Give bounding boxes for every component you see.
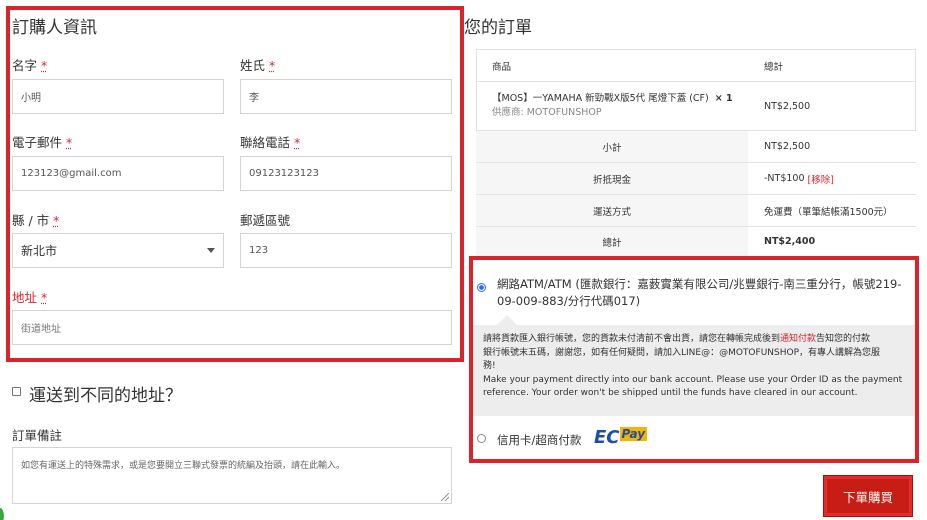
last-name-input[interactable]: 李 <box>240 79 452 114</box>
payment-atm-label[interactable]: 網路ATM/ATM (匯款銀行：嘉薮實業有限公司/兆豐銀行-南三重分行，帳號21… <box>497 276 915 310</box>
payment-atm-radio[interactable] <box>477 283 486 292</box>
table-row: 小計 NT$2,500 <box>476 131 916 162</box>
total-value: NT$2,400 <box>748 227 916 256</box>
order-title: 您的訂單 <box>464 18 532 38</box>
last-name-label: 姓氏 * <box>240 58 276 73</box>
subtotal-label: 小計 <box>602 142 622 154</box>
email-label: 電子郵件 * <box>12 135 73 150</box>
order-notes-placeholder: 如您有運送上的特殊需求，或是您要開立三聯式發票的統編及抬頭，請在此輸入。 <box>21 461 346 471</box>
address-label: 地址 * <box>12 290 48 305</box>
payment-card-radio[interactable] <box>477 434 486 443</box>
city-label: 縣 / 市 * <box>12 213 60 228</box>
shipping-value: 免運費（單筆結帳滿1500元） <box>748 195 916 226</box>
first-name-value: 小明 <box>21 93 41 104</box>
email-value: 123123@gmail.com <box>21 168 122 179</box>
table-row: 總計 NT$2,400 <box>476 227 916 256</box>
chevron-down-icon <box>207 248 215 253</box>
required-mark: * <box>269 58 276 73</box>
order-notes-label: 訂單備註 <box>12 428 63 443</box>
discount-value: -NT$100 <box>764 173 805 184</box>
ecpay-logo-ec: EC <box>594 427 620 448</box>
atm-label-line2: 09-009-883/分行代碼017) <box>497 294 641 308</box>
product-name: 【MOS】一YAMAHA 新勁戰X版5代 尾燈下蓋 (CF) <box>492 93 709 104</box>
first-name-label: 名字 * <box>12 58 48 73</box>
atm-label-line1: 網路ATM/ATM (匯款銀行：嘉薮實業有限公司/兆豐銀行-南三重分行，帳號21… <box>497 277 902 291</box>
postcode-label: 郵遞區號 <box>240 213 291 228</box>
postcode-input[interactable]: 123 <box>240 233 452 268</box>
first-name-input[interactable]: 小明 <box>12 79 224 114</box>
phone-input[interactable]: 09123123123 <box>240 156 452 191</box>
order-notes-textarea[interactable]: 如您有運送上的特殊需求，或是您要開立三聯式發票的統編及抬頭，請在此輸入。 <box>12 447 452 504</box>
last-name-value: 李 <box>249 93 259 104</box>
ecpay-logo-pay: Pay <box>619 427 648 441</box>
notify-payment-link[interactable]: 通知付款 <box>780 334 816 344</box>
desc-zh-line3: 務! <box>483 361 496 371</box>
total-label: 總計 <box>602 237 622 249</box>
table-row: 運送方式 免運費（單筆結帳滿1500元） <box>476 195 916 226</box>
city-value: 新北市 <box>21 244 58 258</box>
remove-coupon-link[interactable]: [移除] <box>808 172 834 186</box>
payment-card-label[interactable]: 信用卡/超商付款 <box>497 432 581 448</box>
table-row: 【MOS】一YAMAHA 新勁戰X版5代 尾燈下蓋 (CF) × 1 供應商: … <box>476 82 916 130</box>
phone-label: 聯絡電話 * <box>240 135 301 150</box>
product-name-line: 【MOS】一YAMAHA 新勁戰X版5代 尾燈下蓋 (CF) × 1 <box>492 92 748 106</box>
email-input[interactable]: 123123@gmail.com <box>12 156 224 191</box>
product-qty: × 1 <box>714 93 733 104</box>
different-address-label: 運送到不同的地址？ <box>29 386 182 406</box>
desc-zh-line1: 請將貨款匯入銀行帳號，您的貨款未付清前不會出貨，請您在轉帳完成後到通知付款告知您… <box>483 334 871 344</box>
supplier-name: MOTOFUNSHOP <box>526 107 602 118</box>
address-placeholder: 街道地址 <box>21 324 61 335</box>
supplier-label: 供應商: <box>492 107 524 118</box>
city-select[interactable]: 新北市 <box>12 233 224 268</box>
required-mark: * <box>66 135 73 150</box>
billing-title: 訂購人資訊 <box>12 18 97 38</box>
payment-atm-description: 請將貨款匯入銀行帳號，您的貨款未付清前不會出貨，請您在轉帳完成後到通知付款告知您… <box>473 325 915 416</box>
chat-widget-icon[interactable] <box>0 508 4 520</box>
desc-en-line1: Make your payment directly into our bank… <box>483 374 903 385</box>
product-total: NT$2,500 <box>764 100 811 112</box>
supplier-line: 供應商: MOTOFUNSHOP <box>492 106 748 120</box>
postcode-value: 123 <box>249 245 269 256</box>
subtotal-value: NT$2,500 <box>748 131 916 162</box>
phone-value: 09123123123 <box>249 168 319 179</box>
table-row: 折抵現金 -NT$100 [移除] <box>476 163 916 194</box>
different-address-checkbox[interactable] <box>12 387 21 396</box>
discount-cell: -NT$100 [移除] <box>748 163 916 194</box>
required-mark: * <box>41 58 48 73</box>
required-mark: * <box>294 135 301 150</box>
shipping-label: 運送方式 <box>592 206 631 218</box>
required-mark: * <box>53 213 60 228</box>
desc-en-line2: reference. Your order won't be shipped u… <box>483 388 858 398</box>
desc-zh-line2: 銀行帳號末五碼，謝謝您，如有任何疑問，請加入LINE@：@MOTOFUNSHOP… <box>483 347 881 358</box>
pointer-arrow <box>497 315 517 325</box>
col-subtotal-header: 總計 <box>764 62 784 73</box>
address-input[interactable]: 街道地址 <box>12 310 452 345</box>
required-mark: * <box>41 290 48 305</box>
resize-handle-icon[interactable] <box>441 493 449 501</box>
col-product-header: 商品 <box>492 62 512 73</box>
ecpay-logo: EC Pay <box>594 427 648 448</box>
place-order-button[interactable]: 下單購買 <box>823 475 913 517</box>
discount-label: 折抵現金 <box>592 174 631 186</box>
order-table-header: 商品 總計 <box>476 50 916 82</box>
